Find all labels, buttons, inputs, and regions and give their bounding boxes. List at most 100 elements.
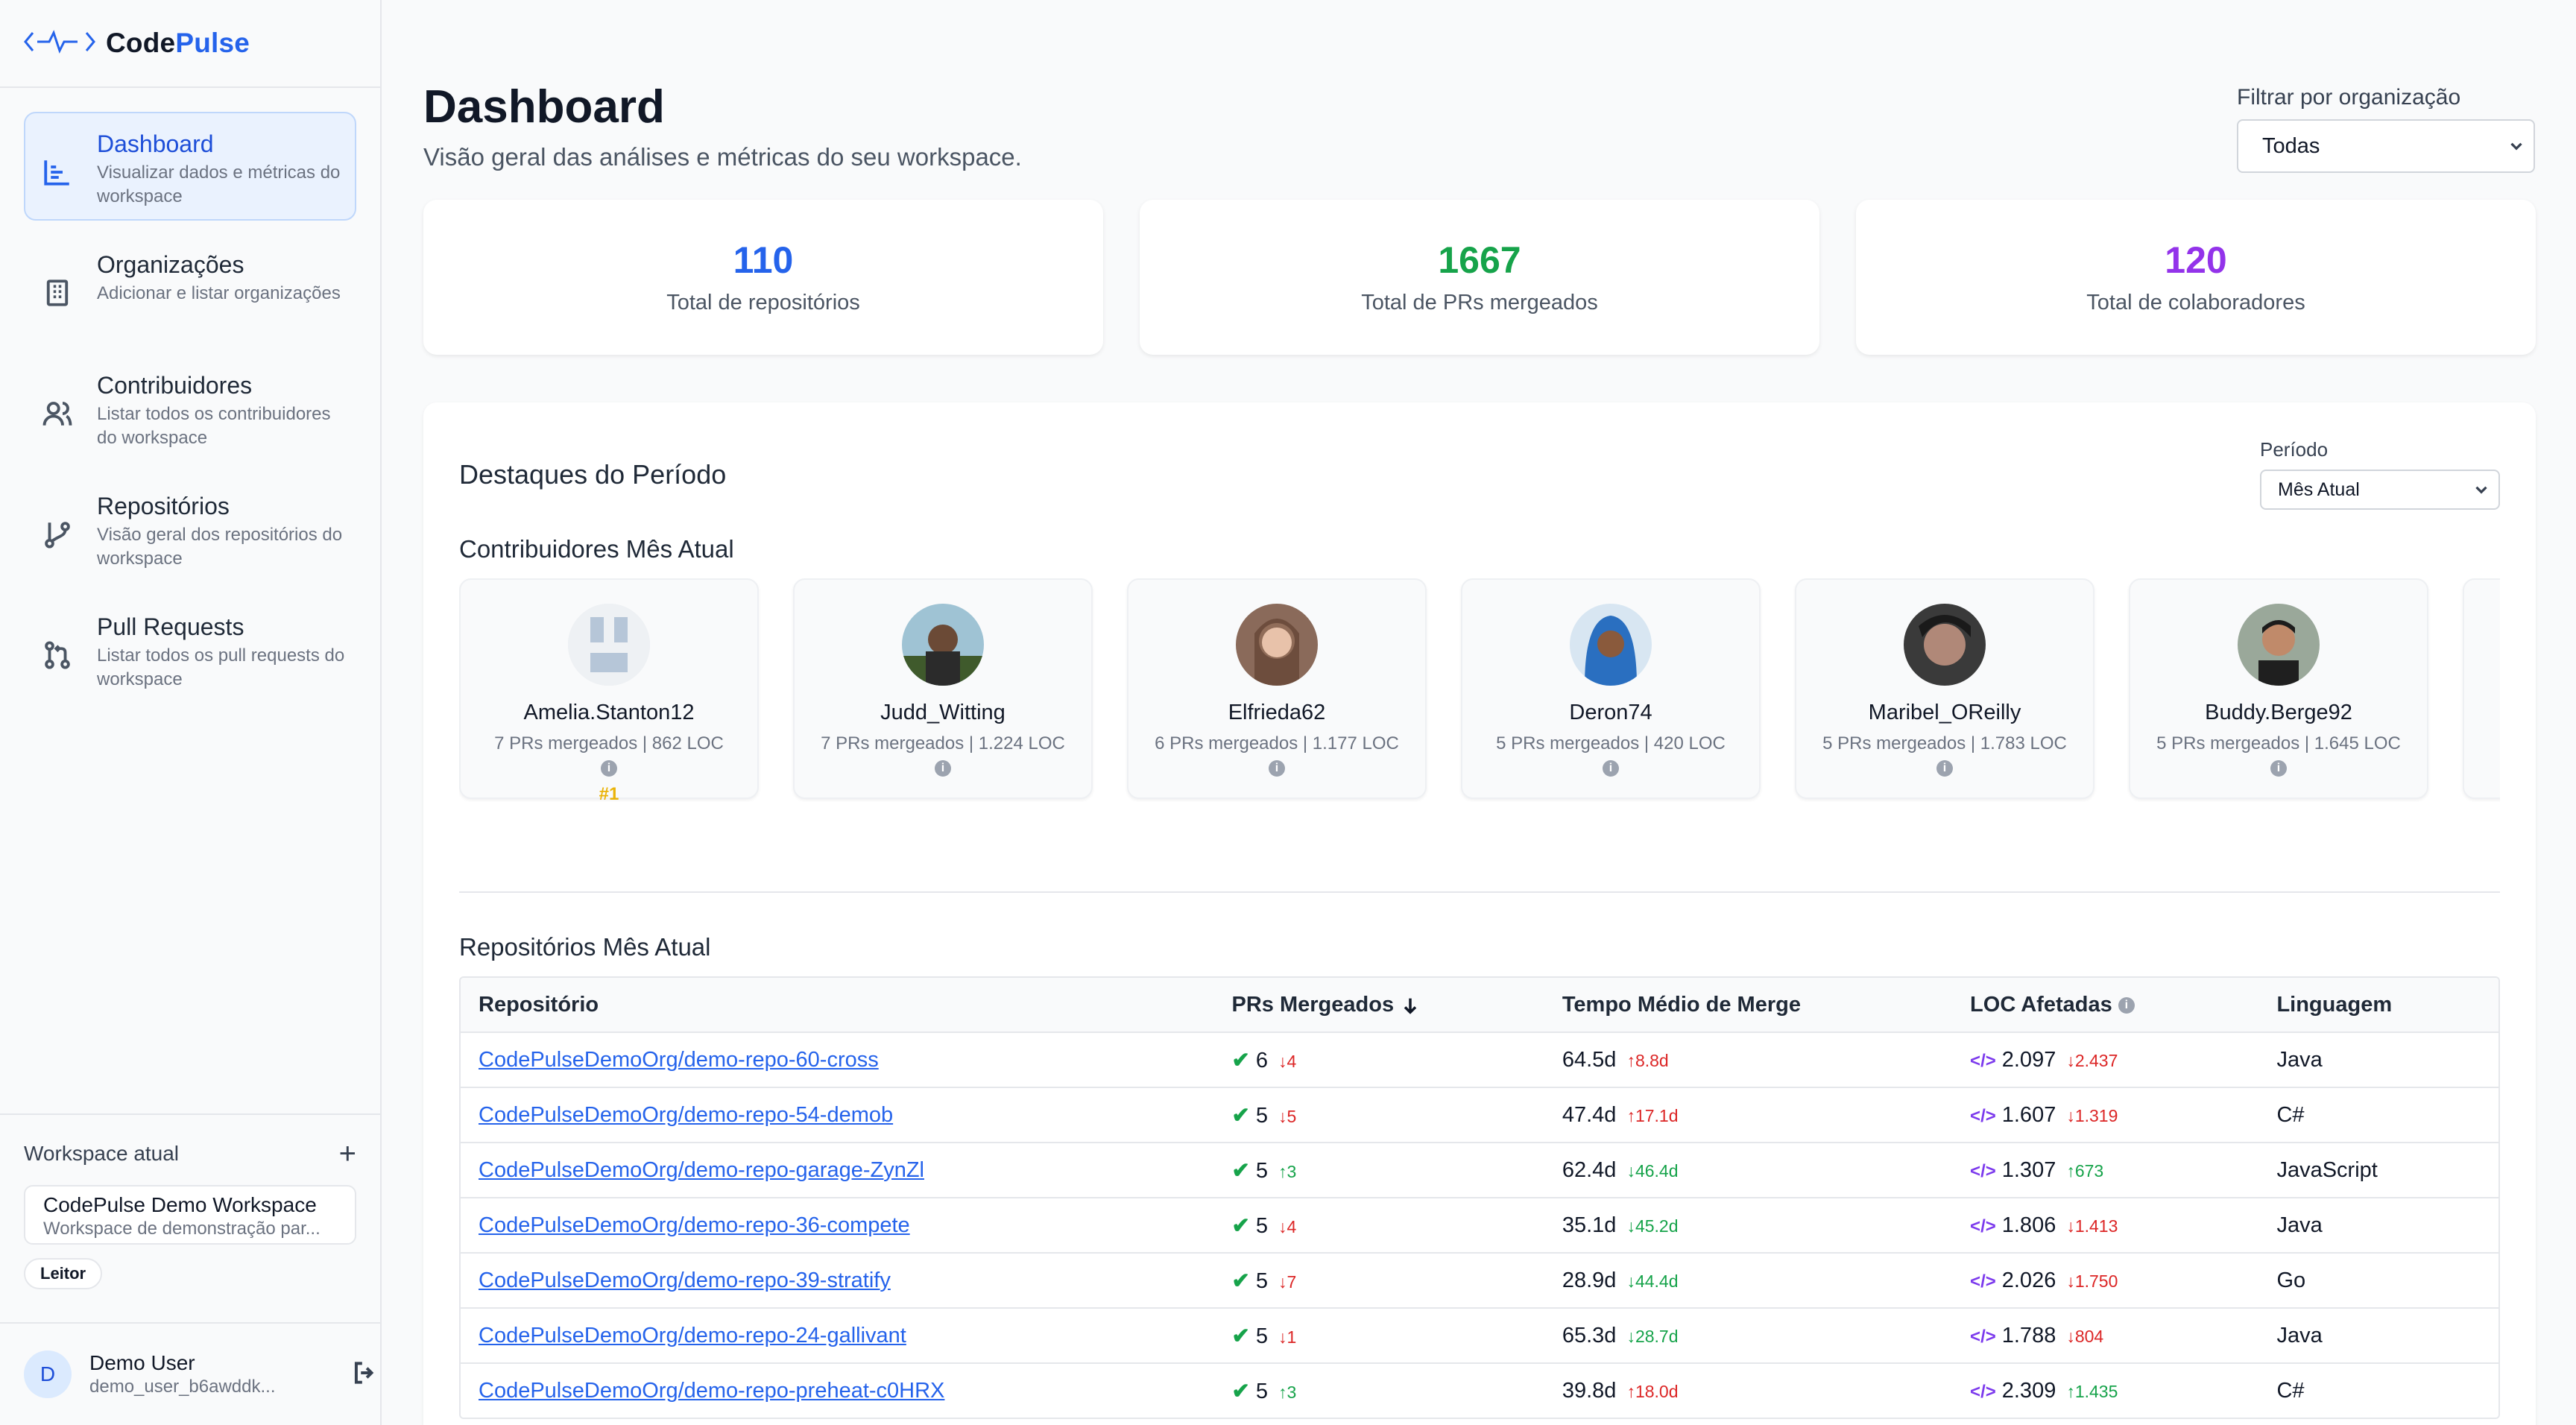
- contributor-card[interactable]: Deron74 5 PRs mergeados | 420 LOC i: [1461, 578, 1761, 799]
- prs-delta: 4: [1287, 1216, 1297, 1236]
- brand-name-code: Code: [106, 28, 176, 58]
- time-value: 62.4d: [1562, 1157, 1617, 1182]
- code-icon: </>: [1970, 1271, 1996, 1292]
- prs-value: 5: [1255, 1103, 1268, 1128]
- nav-item-repositorios[interactable]: Repositórios Visão geral dos repositórios…: [24, 474, 356, 583]
- org-filter-select[interactable]: Todas: [2237, 119, 2535, 173]
- arrow-down-icon: ↓2.437: [2066, 1050, 2118, 1070]
- prs-value: 5: [1255, 1213, 1268, 1238]
- arrow-down-icon: ↓4: [1278, 1051, 1297, 1071]
- prs-value: 5: [1255, 1379, 1268, 1403]
- period-label: Período: [2260, 438, 2329, 461]
- org-filter-value: Todas: [2262, 133, 2320, 158]
- nav-item-contribuidores[interactable]: Contribuidores Listar todos os contribuid…: [24, 353, 356, 462]
- arrow-down-icon: ↓1.750: [2066, 1271, 2118, 1291]
- check-icon: ✔: [1231, 1324, 1250, 1348]
- contributor-card[interactable]: Amelia.Stanton12 7 PRs mergeados | 862 L…: [459, 578, 759, 802]
- contributor-card[interactable]: Judd_Witting 7 PRs mergeados | 1.224 LOC…: [793, 578, 1093, 799]
- info-icon[interactable]: i: [601, 759, 617, 777]
- workspace-label: Workspace atual: [24, 1142, 180, 1165]
- info-icon[interactable]: i: [1603, 759, 1619, 777]
- bar-chart-icon: [42, 157, 73, 188]
- language-cell: Java: [2276, 1324, 2498, 1348]
- contributor-stats: 5 PRs mergeados | 1.783 LOC i: [1818, 732, 2071, 780]
- repo-cell: CodePulseDemoOrg/demo-repo-54-demob: [461, 1103, 1232, 1128]
- section-divider: [459, 891, 2500, 893]
- prs-value: 5: [1255, 1324, 1268, 1348]
- contributor-stats-text: 5 PRs mergeados | 1.783 LOC: [1822, 733, 2067, 753]
- time-cell: 39.8d ↑18.0d: [1562, 1379, 1970, 1403]
- arrow-down-icon: ↓4: [1278, 1216, 1297, 1236]
- language-value: Go: [2276, 1268, 2306, 1292]
- prs-cell: ✔ 5 ↓7: [1232, 1268, 1562, 1294]
- rank-badge: #1: [599, 784, 619, 802]
- arrow-up-icon: ↑673: [2066, 1160, 2104, 1181]
- repo-link[interactable]: CodePulseDemoOrg/demo-repo-60-cross: [479, 1048, 879, 1072]
- nav-item-subtitle: Visualizar dados e métricas do workspace: [97, 162, 341, 206]
- info-icon[interactable]: i: [2270, 759, 2287, 777]
- info-icon[interactable]: i: [2118, 996, 2135, 1014]
- header-label: Linguagem: [2276, 992, 2393, 1017]
- period-select[interactable]: Mês Atual: [2260, 470, 2500, 510]
- repo-link[interactable]: CodePulseDemoOrg/demo-repo-39-stratify: [479, 1268, 891, 1292]
- avatar: [568, 604, 650, 686]
- language-value: JavaScript: [2276, 1157, 2378, 1182]
- column-header-prs[interactable]: PRs Mergeados: [1232, 993, 1562, 1017]
- brand-logo[interactable]: CodePulse: [0, 0, 380, 88]
- loc-cell: </> 1.307 ↑673: [1970, 1158, 2276, 1183]
- repo-link[interactable]: CodePulseDemoOrg/demo-repo-24-gallivant: [479, 1324, 906, 1347]
- chevron-down-icon: [2472, 480, 2491, 499]
- prs-delta: 3: [1287, 1161, 1297, 1181]
- nav-item-dashboard[interactable]: Dashboard Visualizar dados e métricas do …: [24, 112, 356, 221]
- add-workspace-button[interactable]: +: [339, 1139, 356, 1169]
- nav-item-pull-requests[interactable]: Pull Requests Listar todos os pull reques…: [24, 595, 356, 704]
- contributor-stats-text: 6 PRs mergeados | 1.177 LOC: [1155, 733, 1399, 753]
- contributors-carousel: Amelia.Stanton12 7 PRs mergeados | 862 L…: [459, 578, 2500, 802]
- arrow-down-icon: ↓1.319: [2066, 1105, 2118, 1125]
- nav-item-title: Repositórios: [97, 493, 230, 519]
- column-header-linguagem[interactable]: Linguagem: [2276, 993, 2498, 1017]
- contributor-card[interactable]: Buddy.Berge92 5 PRs mergeados | 1.645 LO…: [2129, 578, 2428, 799]
- header-label: Tempo Médio de Merge: [1562, 992, 1801, 1017]
- contributor-stats: 7 PRs mergeados | 862 LOC i: [482, 732, 736, 780]
- repo-link[interactable]: CodePulseDemoOrg/demo-repo-36-compete: [479, 1213, 910, 1237]
- stat-value: 120: [2165, 239, 2227, 281]
- loc-delta: 1.413: [2074, 1216, 2118, 1236]
- contributor-stats-text: 5 PRs mergeados | 420 LOC: [1496, 733, 1726, 753]
- contributor-stats: 7 PRs mergeados | 1.224 LOC i: [816, 732, 1070, 780]
- arrow-down-icon: ↓44.4d: [1626, 1271, 1679, 1291]
- language-cell: C#: [2276, 1379, 2498, 1403]
- contributor-stats-text: 7 PRs mergeados | 862 LOC: [494, 733, 724, 753]
- arrow-down-icon: ↓1.413: [2066, 1216, 2118, 1236]
- repo-link[interactable]: CodePulseDemoOrg/demo-repo-preheat-c0HRX: [479, 1379, 944, 1403]
- loc-cell: </> 1.607 ↓1.319: [1970, 1103, 2276, 1128]
- info-icon[interactable]: i: [935, 759, 951, 777]
- column-header-loc[interactable]: LOC Afetadas i: [1970, 993, 2276, 1017]
- table-body: CodePulseDemoOrg/demo-repo-60-cross ✔ 6 ↓4 6…: [461, 1031, 2498, 1418]
- arrow-up-icon: ↑1.435: [2066, 1381, 2118, 1401]
- language-value: Java: [2276, 1323, 2323, 1347]
- table-row: CodePulseDemoOrg/demo-repo-60-cross ✔ 6 ↓4 6…: [461, 1031, 2498, 1087]
- info-icon[interactable]: i: [1936, 759, 1953, 777]
- stat-label: Total de PRs mergeados: [1361, 291, 1598, 315]
- language-cell: Java: [2276, 1048, 2498, 1072]
- repo-link[interactable]: CodePulseDemoOrg/demo-repo-garage-ZynZl: [479, 1158, 924, 1182]
- contributor-card[interactable]: Elfrieda62 6 PRs mergeados | 1.177 LOC i: [1127, 578, 1427, 799]
- time-value: 47.4d: [1562, 1102, 1617, 1127]
- role-badge: Leitor: [24, 1258, 103, 1289]
- prs-cell: ✔ 5 ↑3: [1232, 1378, 1562, 1404]
- logout-icon[interactable]: [350, 1359, 379, 1391]
- column-header-repositorio[interactable]: Repositório: [461, 993, 1232, 1017]
- column-header-tempo[interactable]: Tempo Médio de Merge: [1562, 993, 1970, 1017]
- prs-delta: 1: [1287, 1327, 1297, 1347]
- loc-value: 1.607: [2001, 1102, 2056, 1127]
- repo-link[interactable]: CodePulseDemoOrg/demo-repo-54-demob: [479, 1103, 893, 1127]
- info-icon[interactable]: i: [1269, 759, 1285, 777]
- contributor-card[interactable]: 5: [2463, 578, 2500, 799]
- workspace-selector[interactable]: CodePulse Demo Workspace Workspace de de…: [24, 1185, 356, 1245]
- repo-cell: CodePulseDemoOrg/demo-repo-39-stratify: [461, 1268, 1232, 1293]
- arrow-up-icon: ↑3: [1278, 1382, 1297, 1402]
- language-cell: C#: [2276, 1103, 2498, 1128]
- nav-item-organizacoes[interactable]: Organizações Adicionar e listar organizaç…: [24, 233, 356, 341]
- contributor-card[interactable]: Maribel_OReilly 5 PRs mergeados | 1.783 …: [1795, 578, 2094, 799]
